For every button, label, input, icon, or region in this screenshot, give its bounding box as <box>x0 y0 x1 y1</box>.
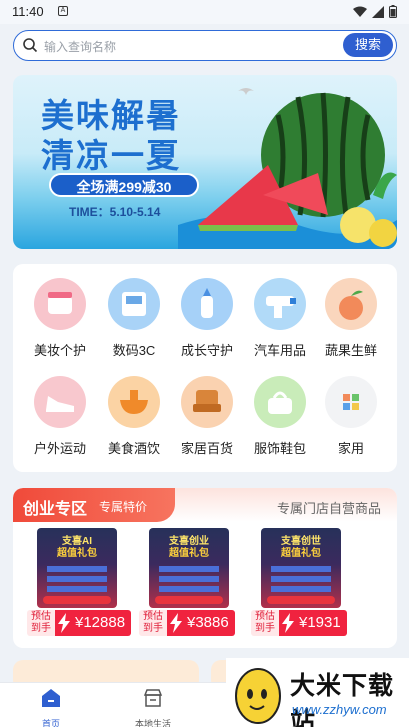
category-item[interactable]: 服饰鞋包 <box>242 376 318 457</box>
price-value: ¥3886 <box>187 614 229 631</box>
category-item[interactable]: 家用 <box>313 376 389 457</box>
peach-icon <box>325 278 377 330</box>
product-card[interactable]: 支喜AI 超值礼包 预估到手 ¥12888 <box>27 528 137 636</box>
wifi-icon <box>353 6 367 17</box>
entrepreneur-zone: 创业专区 专属特价 专属门店自营商品 支喜AI 超值礼包 预估到手 ¥12888… <box>13 488 397 648</box>
banner-time: TIME：5.10-5.14 <box>69 205 161 219</box>
watermark-brand: 大米下载站 <box>290 671 395 727</box>
grid-app-icon <box>325 376 377 428</box>
banner-promo-badge: 全场满299减30 <box>49 173 199 197</box>
category-item[interactable]: 数码3C <box>96 278 172 359</box>
product-image: 支喜AI 超值礼包 <box>37 528 117 608</box>
watermelon-illustration <box>178 88 397 249</box>
sneaker-icon <box>34 376 86 428</box>
search-icon <box>23 38 38 53</box>
store-icon <box>143 689 163 707</box>
armchair-icon <box>181 376 233 428</box>
zone-right-text[interactable]: 专属门店自营商品 <box>277 498 381 517</box>
watermark-url: www.zzhyw.com <box>292 702 387 717</box>
mascot-logo <box>235 668 281 724</box>
search-bar[interactable]: 输入查询名称 搜索 <box>13 30 397 61</box>
category-grid: 美妆个护 数码3C 成长守护 汽车用品 蔬果生鲜 户外运动 美食酒饮 家居百货 … <box>13 264 397 472</box>
product-card[interactable]: 支喜创世 超值礼包 预估到手 ¥1931 <box>251 528 361 636</box>
home-icon <box>42 689 60 707</box>
category-item[interactable]: 汽车用品 <box>242 278 318 359</box>
product-card[interactable]: 支喜创业 超值礼包 预估到手 ¥3886 <box>139 528 249 636</box>
tab-home[interactable]: 首页 <box>11 687 91 727</box>
search-button[interactable]: 搜索 <box>343 33 393 57</box>
product-image-art <box>271 566 331 592</box>
printer-icon <box>108 278 160 330</box>
estimate-label: 预估到手 <box>251 610 279 636</box>
price-tag: 预估到手 ¥1931 <box>251 610 347 636</box>
product-image-art <box>47 566 107 592</box>
category-item[interactable]: 家居百货 <box>169 376 245 457</box>
baby-bottle-icon <box>181 278 233 330</box>
zone-subtitle: 专属特价 <box>99 500 148 514</box>
cosmetics-icon <box>34 278 86 330</box>
system-icons <box>353 5 397 18</box>
price-value: ¥1931 <box>299 614 341 631</box>
estimate-label: 预估到手 <box>27 610 55 636</box>
watermark: 大米下载站 www.zzhyw.com <box>226 658 409 727</box>
bowl-icon <box>108 376 160 428</box>
price-tag: 预估到手 ¥12888 <box>27 610 132 636</box>
estimate-label: 预估到手 <box>139 610 167 636</box>
signal-icon <box>372 5 384 18</box>
category-item[interactable]: 美妆个护 <box>22 278 98 359</box>
battery-icon <box>389 5 397 18</box>
category-item[interactable]: 蔬果生鲜 <box>313 278 389 359</box>
product-image: 支喜创世 超值礼包 <box>261 528 341 608</box>
price-tag: 预估到手 ¥3886 <box>139 610 235 636</box>
clock: 11:40 <box>12 4 44 19</box>
status-bar: 11:40 A <box>0 0 409 24</box>
product-image: 支喜创业 超值礼包 <box>149 528 229 608</box>
category-item[interactable]: 户外运动 <box>22 376 98 457</box>
handbag-icon <box>254 376 306 428</box>
spray-gun-icon <box>254 278 306 330</box>
category-item[interactable]: 美食酒饮 <box>96 376 172 457</box>
zone-title: 创业专区 <box>23 501 88 518</box>
banner-title-line2: 清凉一夏 <box>41 136 181 175</box>
promo-banner[interactable]: 美味解暑 清凉一夏 全场满299减30 TIME：5.10-5.14 <box>13 75 397 249</box>
tab-local-life[interactable]: 本地生活 <box>113 687 193 727</box>
search-input[interactable]: 输入查询名称 <box>44 38 116 55</box>
category-item[interactable]: 成长守护 <box>169 278 245 359</box>
zone-tag: 创业专区 专属特价 <box>13 488 175 522</box>
product-image-art <box>159 566 219 592</box>
price-value: ¥12888 <box>75 614 126 631</box>
lightning-icon <box>170 613 182 633</box>
notification-icon: A <box>58 6 68 16</box>
lightning-icon <box>58 613 70 633</box>
lightning-icon <box>282 613 294 633</box>
